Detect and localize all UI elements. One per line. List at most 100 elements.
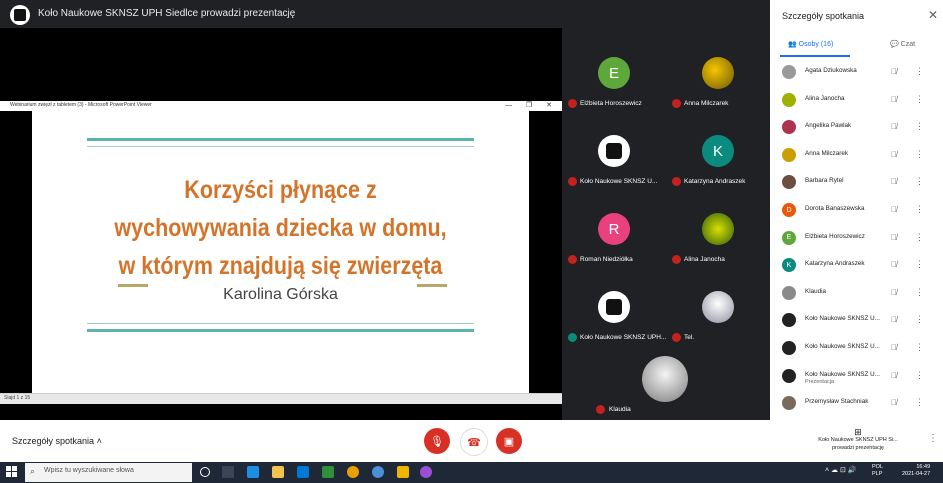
participant-row[interactable]: E Elżbieta Horoszewicz 🎙̸ ⋮ (770, 226, 943, 253)
participant-row[interactable]: Koło Naukowe SKNSZ U... 🎙̸ ⋮ (770, 308, 943, 335)
mic-off-icon (672, 99, 681, 108)
more-options-icon[interactable]: ⋮ (915, 176, 924, 187)
language-code: POL (872, 464, 884, 470)
tab-chat[interactable]: 💬 Czat (890, 40, 915, 48)
search-icon: ⌕ (30, 466, 36, 476)
taskbar-clock[interactable]: 16:49 2021-04-27 (902, 464, 930, 478)
participant-tile[interactable]: Tel. (666, 274, 770, 352)
mic-off-icon[interactable]: 🎙̸ (891, 343, 897, 352)
tab-people-indicator (780, 55, 850, 57)
mic-off-icon (568, 99, 577, 108)
more-options-icon[interactable]: ⋮ (915, 66, 924, 77)
slide-rule-bottom-thin (87, 323, 474, 324)
presentation-indicator[interactable]: ⊞ Koło Naukowe SKNSZ UPH Si... prowadzi … (808, 428, 908, 452)
mic-off-icon[interactable]: 🎙̸ (891, 260, 897, 269)
participant-tile[interactable]: K Katarzyna Andraszek (666, 118, 770, 196)
app-icon[interactable] (397, 466, 409, 478)
present-icon: ⊞ (854, 427, 862, 437)
mic-off-icon[interactable]: 🎙̸ (891, 150, 897, 159)
participant-name: Agata Dziukowska (805, 67, 857, 74)
more-options-icon[interactable]: ⋮ (915, 314, 924, 325)
chat-icon: 💬 (890, 41, 901, 48)
participant-tile[interactable]: Anna Milczarek (666, 40, 770, 118)
meeting-details-button[interactable]: Szczegóły spotkania ˄ (12, 436, 102, 446)
more-options-icon[interactable]: ⋮ (915, 94, 924, 105)
app-icon[interactable] (420, 466, 432, 478)
participant-avatar (782, 92, 796, 107)
mic-off-icon[interactable]: 🎙̸ (891, 288, 897, 297)
input-language[interactable]: POL PLP (872, 464, 883, 478)
participant-name: Angelika Pawlak (805, 122, 852, 130)
participant-tile[interactable]: Koło Naukowe SKNSZ UPH... (562, 274, 666, 352)
clock-date: 2021-04-27 (902, 471, 931, 477)
hang-up-icon: ☎ (467, 436, 481, 449)
more-options-icon[interactable]: ⋮ (915, 397, 924, 408)
participant-name: Klaudia (609, 406, 631, 413)
more-options-icon[interactable]: ⋮ (915, 370, 924, 381)
leave-call-button[interactable]: ☎ (460, 428, 488, 456)
close-icon[interactable]: ✕ (928, 8, 938, 22)
participant-row[interactable]: Agata Dziukowska 🎙̸ ⋮ (770, 60, 943, 87)
more-options-icon[interactable]: ⋮ (915, 232, 924, 243)
participant-avatar: K (782, 258, 796, 273)
more-options-icon[interactable]: ⋮ (915, 287, 924, 298)
mic-off-icon[interactable]: 🎙̸ (891, 315, 897, 324)
participant-row[interactable]: Barbara Rytel 🎙̸ ⋮ (770, 170, 943, 197)
participant-avatar (702, 291, 734, 323)
more-options-icon[interactable]: ⋮ (915, 121, 924, 132)
more-options-icon[interactable]: ⋮ (915, 204, 924, 215)
mic-off-icon[interactable]: 🎙̸ (891, 205, 897, 214)
participant-name: Koło Naukowe SKNSZ U... (805, 370, 880, 378)
participant-name: Anna Milczarek (684, 100, 729, 107)
more-options-icon[interactable]: ⋮ (915, 342, 924, 353)
cortana-icon[interactable] (200, 467, 210, 477)
participant-avatar (782, 313, 796, 328)
powerpoint-window: Webinarium zwięzł z tabletem (3) - Micro… (0, 101, 562, 404)
tab-people[interactable]: 👥 Osoby (16) (788, 40, 833, 48)
task-view-icon[interactable] (222, 466, 234, 478)
participant-tile-klaudia[interactable]: Klaudia (586, 350, 716, 420)
mic-off-icon[interactable]: 🎙̸ (891, 177, 897, 186)
participant-avatar (782, 175, 796, 190)
participant-row[interactable]: Angelika Pawlak 🎙̸ ⋮ (770, 115, 943, 142)
app-icon[interactable] (322, 466, 334, 478)
camera-toggle-button[interactable]: ▣ (496, 428, 522, 454)
file-explorer-icon[interactable] (272, 466, 284, 478)
chrome-icon[interactable] (347, 466, 359, 478)
mic-off-icon[interactable]: 🎙̸ (891, 371, 897, 380)
meeting-details-panel: Szczegóły spotkania ✕ 👥 Osoby (16) 💬 Cza… (770, 0, 943, 420)
mic-off-icon[interactable]: 🎙̸ (891, 122, 897, 131)
more-options-icon[interactable]: ⋮ (915, 259, 924, 270)
participant-row[interactable]: Przemysław Stachniak 🎙̸ ⋮ (770, 391, 943, 418)
participant-tile[interactable]: R Roman Niedziółka (562, 196, 666, 274)
participant-tile[interactable]: E Elżbieta Horoszewicz (562, 40, 666, 118)
participant-row[interactable]: Koło Naukowe SKNSZ U... 🎙̸ ⋮ (770, 336, 943, 363)
edge-icon[interactable] (247, 466, 259, 478)
store-icon[interactable] (297, 466, 309, 478)
participant-row[interactable]: Anna Milczarek 🎙̸ ⋮ (770, 143, 943, 170)
participant-avatar: E (782, 230, 796, 245)
mic-off-icon[interactable]: 🎙̸ (891, 233, 897, 242)
participant-tile[interactable]: Koło Naukowe SKNSZ U... (562, 118, 666, 196)
mic-off-icon[interactable]: 🎙̸ (891, 95, 897, 104)
participant-tile[interactable]: Alina Janocha (666, 196, 770, 274)
presenter-avatar (10, 5, 30, 25)
mic-off-icon: 🎙 (430, 435, 444, 448)
windows-start-icon[interactable] (6, 466, 18, 478)
participant-row[interactable]: Alina Janocha 🎙̸ ⋮ (770, 88, 943, 115)
mic-toggle-button[interactable]: 🎙 (424, 428, 450, 454)
participant-row[interactable]: Koło Naukowe SKNSZ U... Prezentacja 🎙̸ ⋮ (770, 364, 943, 391)
mic-off-icon[interactable]: 🎙̸ (891, 398, 897, 407)
participant-row[interactable]: D Dorota Banaszewska 🎙̸ ⋮ (770, 198, 943, 225)
ppt-window-controls[interactable]: — ❐ ✕ (505, 101, 558, 109)
participant-row[interactable]: Klaudia 🎙̸ ⋮ (770, 281, 943, 308)
ppt-window-title: Webinarium zwięzł z tabletem (3) - Micro… (10, 102, 152, 108)
app-icon[interactable] (372, 466, 384, 478)
mic-off-icon[interactable]: 🎙̸ (891, 67, 897, 76)
more-options-icon[interactable]: ⋮ (915, 149, 924, 160)
participant-avatar: E (598, 57, 630, 89)
mic-off-icon (568, 177, 577, 186)
more-options-icon[interactable]: ⋮ (928, 433, 938, 444)
participant-row[interactable]: K Katarzyna Andraszek 🎙̸ ⋮ (770, 253, 943, 280)
tray-icons[interactable]: ˄ ☁ ⊡ 🔊 (825, 466, 857, 474)
